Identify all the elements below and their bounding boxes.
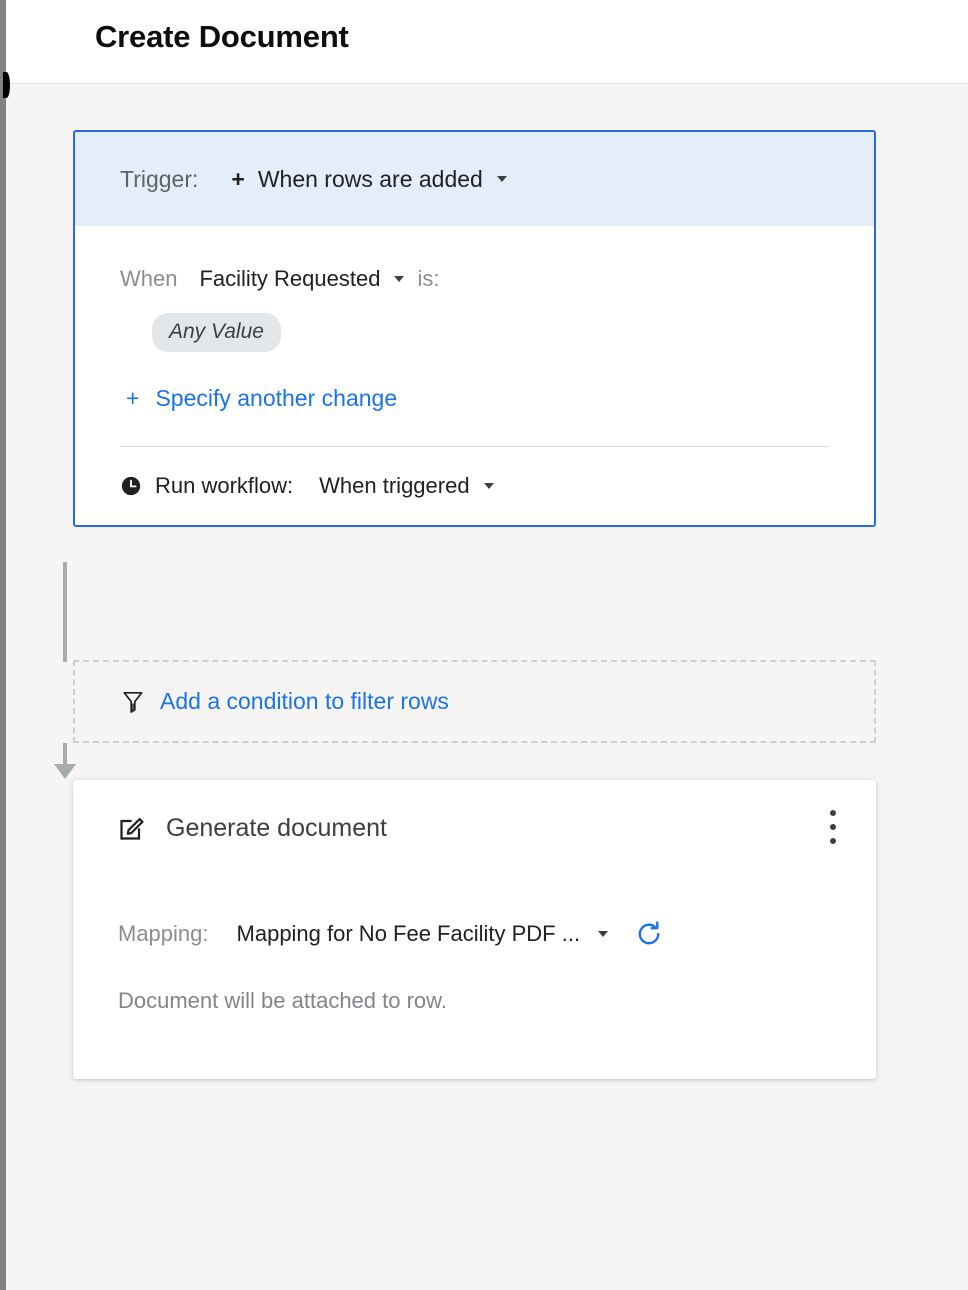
specify-another-change-label: Specify another change — [155, 385, 398, 411]
panel-edge-strip — [0, 0, 6, 1290]
connector-line-trigger-to-condition — [63, 562, 67, 662]
mapping-value[interactable]: Mapping for No Fee Facility PDF ... — [237, 921, 581, 947]
kebab-menu-icon[interactable] — [822, 810, 844, 850]
run-workflow-row: Run workflow: When triggered — [120, 447, 829, 525]
any-value-chip-row: Any Value — [120, 313, 829, 352]
add-condition-label: Add a condition to filter rows — [160, 688, 449, 714]
edit-document-icon — [118, 814, 146, 842]
trigger-body: When Facility Requested is: Any Value + … — [75, 226, 874, 525]
trigger-card: Trigger: + When rows are added When Faci… — [73, 130, 876, 527]
workflow-canvas: Trigger: + When rows are added When Faci… — [6, 85, 968, 1290]
trigger-header: Trigger: + When rows are added — [75, 132, 874, 226]
generate-document-header: Generate document — [73, 780, 876, 876]
chevron-down-icon[interactable] — [394, 276, 405, 282]
when-column-value[interactable]: Facility Requested — [199, 266, 380, 292]
mapping-label: Mapping: — [118, 921, 209, 946]
generate-document-card: Generate document Mapping: Mapping for N… — [73, 780, 876, 1079]
page-title: Create Document — [95, 19, 349, 54]
trigger-label: Trigger: — [120, 165, 199, 192]
add-condition-box[interactable]: Add a condition to filter rows — [73, 660, 876, 743]
run-workflow-label: Run workflow: — [155, 473, 294, 498]
chevron-down-icon[interactable] — [598, 931, 609, 937]
specify-another-change-button[interactable]: + Specify another change — [120, 385, 829, 412]
mapping-row: Mapping: Mapping for No Fee Facility PDF… — [73, 906, 876, 962]
trigger-type-value[interactable]: When rows are added — [258, 166, 483, 193]
connector-arrowhead — [54, 764, 76, 779]
filter-funnel-icon — [122, 690, 144, 714]
page-header: Create Document — [6, 0, 968, 84]
status-badge[interactable]: Any Value — [152, 313, 281, 352]
generate-document-title: Generate document — [166, 813, 387, 842]
generate-document-note: Document will be attached to row. — [118, 988, 447, 1013]
when-label: When — [120, 266, 178, 291]
chevron-down-icon[interactable] — [496, 176, 507, 182]
panel-edge-notch — [3, 72, 10, 98]
plus-icon: + — [126, 385, 140, 411]
trigger-when-row: When Facility Requested is: — [120, 226, 829, 310]
chevron-down-icon[interactable] — [483, 483, 494, 489]
run-workflow-value[interactable]: When triggered — [319, 473, 469, 499]
clock-icon — [120, 475, 142, 497]
is-label: is: — [417, 266, 440, 291]
plus-icon[interactable]: + — [231, 167, 244, 191]
refresh-icon[interactable] — [634, 919, 664, 949]
